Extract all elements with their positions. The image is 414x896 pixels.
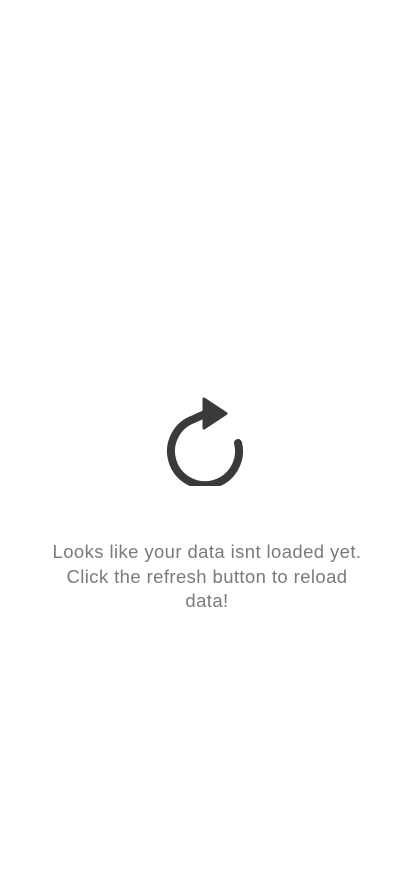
empty-state-message: Looks like your data isnt loaded yet. Cl…: [52, 541, 362, 611]
empty-state-screen: Looks like your data isnt loaded yet. Cl…: [0, 0, 414, 896]
refresh-button[interactable]: [166, 396, 250, 486]
refresh-icon: [166, 396, 250, 486]
